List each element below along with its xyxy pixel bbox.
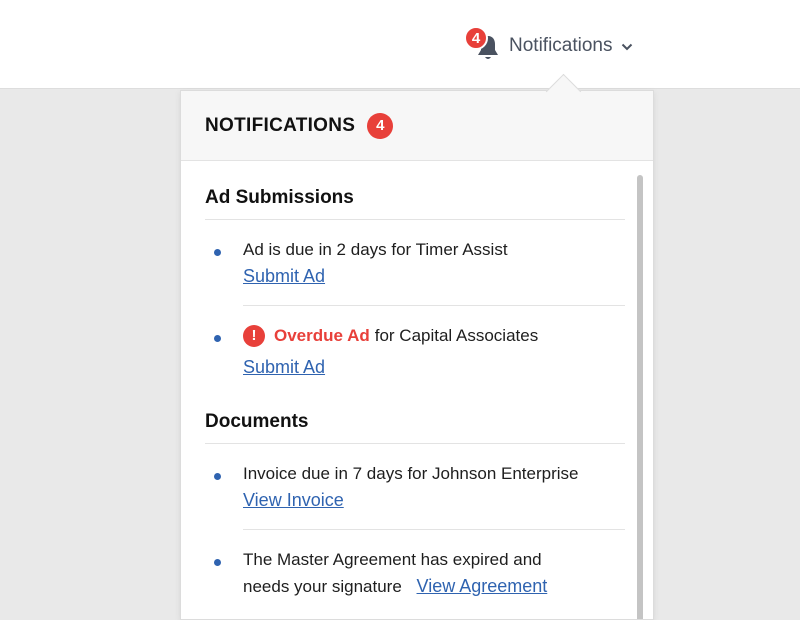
notification-list: Ad Submissions Ad is due in 2 days for T… bbox=[181, 161, 653, 616]
overdue-label: Overdue Ad bbox=[274, 326, 370, 345]
notifications-toggle[interactable]: 4 Notifications bbox=[464, 26, 633, 66]
view-agreement-link[interactable]: View Agreement bbox=[417, 576, 548, 596]
top-bar: 4 Notifications bbox=[0, 0, 800, 89]
bullet-icon bbox=[214, 473, 221, 480]
list-item: Ad is due in 2 days for Timer Assist Sub… bbox=[205, 220, 625, 306]
submit-ad-link[interactable]: Submit Ad bbox=[243, 266, 325, 286]
scrollbar-thumb[interactable] bbox=[637, 175, 643, 619]
notification-count-badge: 4 bbox=[464, 26, 488, 50]
section-title-documents: Documents bbox=[205, 397, 625, 444]
item-text: The Master Agreement has expired and bbox=[243, 550, 542, 569]
section-title-ad-submissions: Ad Submissions bbox=[205, 161, 625, 220]
item-text: needs your signature bbox=[243, 577, 402, 596]
bullet-icon bbox=[214, 249, 221, 256]
list-item: Invoice due in 7 days for Johnson Enterp… bbox=[205, 444, 625, 530]
notifications-label[interactable]: Notifications bbox=[509, 35, 613, 57]
list-item: ! Overdue Ad for Capital Associates Subm… bbox=[205, 306, 625, 397]
item-text: for Capital Associates bbox=[374, 326, 539, 345]
bell-button[interactable]: 4 bbox=[464, 26, 500, 66]
item-text: Invoice due in 7 days for Johnson Enterp… bbox=[243, 464, 579, 483]
submit-ad-link[interactable]: Submit Ad bbox=[243, 357, 325, 377]
list-item: The Master Agreement has expired and nee… bbox=[205, 530, 625, 616]
item-text: Ad is due in 2 days for Timer Assist bbox=[243, 240, 508, 259]
chevron-down-icon[interactable] bbox=[621, 43, 633, 51]
view-invoice-link[interactable]: View Invoice bbox=[243, 490, 344, 510]
bullet-icon bbox=[214, 335, 221, 342]
dropdown-header: NOTIFICATIONS 4 bbox=[181, 91, 653, 161]
dropdown-count-badge: 4 bbox=[367, 112, 394, 139]
notifications-dropdown: NOTIFICATIONS 4 Ad Submissions Ad is due… bbox=[180, 90, 654, 620]
bullet-icon bbox=[214, 559, 221, 566]
dropdown-title: NOTIFICATIONS bbox=[205, 114, 356, 136]
alert-icon: ! bbox=[243, 325, 265, 347]
